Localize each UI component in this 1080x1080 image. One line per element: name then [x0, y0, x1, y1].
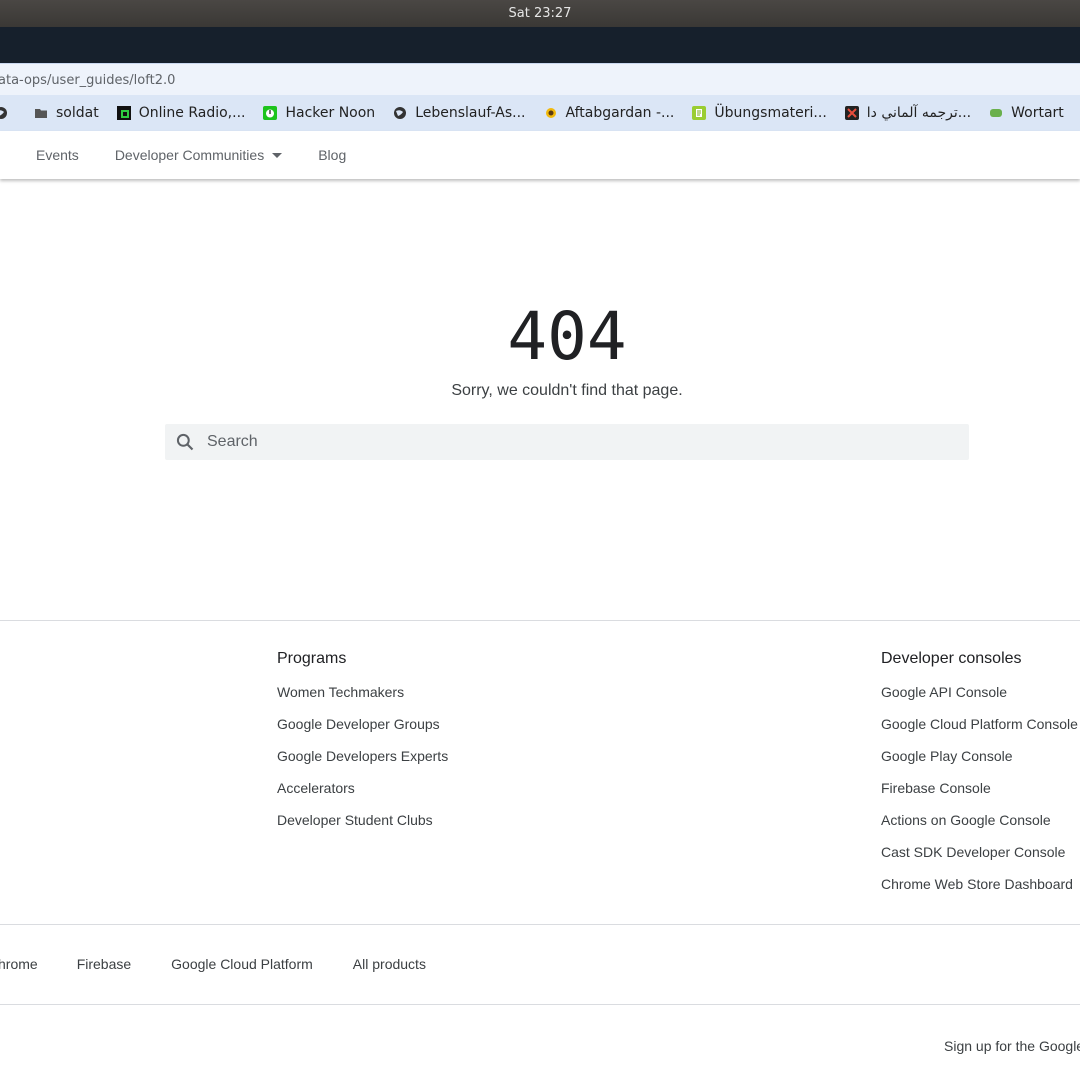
footer-product-link[interactable]: Firebase: [77, 956, 131, 976]
footer-programs-heading: Programs: [277, 650, 347, 667]
footer-link[interactable]: Accelerators: [277, 778, 448, 810]
footer-link[interactable]: Google Play Console: [881, 746, 1078, 778]
footer-product-link[interactable]: All products: [353, 956, 426, 976]
search-icon: [176, 433, 194, 451]
bookmark-label: Lebenslauf-As...: [415, 105, 526, 121]
hackernoon-favicon: [263, 106, 278, 120]
footer-divider-bottom: [0, 1004, 1080, 1005]
bookmark-label: Aftabgardan -...: [565, 105, 675, 121]
footer-link[interactable]: Google API Console: [881, 682, 1078, 714]
globe-icon: [0, 107, 7, 119]
translate-favicon: [844, 106, 859, 120]
footer-divider-top: [0, 620, 1080, 621]
footer-link[interactable]: Women Techmakers: [277, 682, 448, 714]
newsletter-signup-text: Sign up for the Google: [944, 1038, 1080, 1054]
footer-consoles-heading: Developer consoles: [881, 650, 1022, 667]
bookmark-aftabgardan[interactable]: Aftabgardan -...: [544, 105, 675, 121]
footer-link[interactable]: Actions on Google Console: [881, 810, 1078, 842]
error-code: 404: [507, 298, 627, 375]
search-input[interactable]: [205, 432, 949, 452]
footer-link[interactable]: Chrome Web Store Dashboard: [881, 874, 1078, 906]
bookmark-hacker-noon[interactable]: Hacker Noon: [263, 105, 375, 121]
footer-link[interactable]: Firebase Console: [881, 778, 1078, 810]
footer-link[interactable]: Developer Student Clubs: [277, 810, 448, 842]
nav-developer-communities[interactable]: Developer Communities: [114, 147, 283, 163]
bookmark-globe[interactable]: [0, 106, 16, 120]
radio-favicon: [116, 106, 131, 120]
footer-link[interactable]: Google Developer Groups: [277, 714, 448, 746]
footer-products-row: hrome Firebase Google Cloud Platform All…: [0, 956, 426, 976]
bookmark-translate[interactable]: ترجمه آلماني دا...: [844, 105, 972, 121]
browser-tab-strip: [0, 27, 1080, 63]
footer-divider-middle: [0, 924, 1080, 925]
url-text[interactable]: ata-ops/user_guides/loft2.0: [0, 73, 175, 88]
nav-events[interactable]: Events: [36, 147, 79, 163]
bookmark-label: soldat: [56, 105, 99, 121]
bookmark-ubungsmaterial[interactable]: Übungsmateri...: [692, 105, 827, 121]
bookmark-label: Wortart: [1011, 105, 1064, 121]
bookmarks-bar: soldat Online Radio,... Hacker Noon Lebe…: [0, 95, 1080, 132]
bookmark-soldat[interactable]: soldat: [34, 105, 99, 121]
sunflower-favicon: [545, 108, 556, 118]
footer-link[interactable]: Cast SDK Developer Console: [881, 842, 1078, 874]
system-clock[interactable]: Sat 23:27: [509, 6, 572, 21]
bookmark-label: Hacker Noon: [285, 105, 376, 121]
bookmark-label: Übungsmateri...: [714, 105, 827, 121]
bookmark-online-radio[interactable]: Online Radio,...: [116, 105, 246, 121]
folder-icon: [35, 109, 47, 118]
nav-blog[interactable]: Blog: [318, 147, 346, 163]
error-message: Sorry, we couldn't find that page.: [451, 382, 683, 399]
dropdown-caret-icon: [272, 152, 283, 158]
wortart-favicon: [990, 109, 1003, 117]
footer-link[interactable]: Google Cloud Platform Console: [881, 714, 1078, 746]
exercise-favicon: [692, 106, 707, 120]
site-nav: Events Developer Communities Blog: [0, 131, 1080, 179]
bookmark-lebenslauf[interactable]: Lebenslauf-As...: [393, 105, 526, 121]
footer-product-link[interactable]: Google Cloud Platform: [171, 956, 313, 976]
address-bar[interactable]: ata-ops/user_guides/loft2.0: [0, 63, 1080, 96]
bookmark-wortart[interactable]: Wortart: [989, 105, 1064, 121]
footer-consoles-column: Developer consoles Google API Console Go…: [881, 648, 1078, 906]
footer-programs-column: Programs Women Techmakers Google Develop…: [277, 648, 448, 842]
nav-developer-communities-label: Developer Communities: [114, 147, 265, 163]
globe-icon: [394, 107, 407, 119]
bookmark-label: ترجمه آلماني دا...: [866, 105, 972, 121]
bookmark-label: Online Radio,...: [138, 105, 246, 121]
footer-product-link[interactable]: hrome: [0, 956, 38, 976]
search-box[interactable]: [165, 424, 969, 460]
system-top-bar: Sat 23:27: [0, 0, 1080, 27]
footer-link[interactable]: Google Developers Experts: [277, 746, 448, 778]
